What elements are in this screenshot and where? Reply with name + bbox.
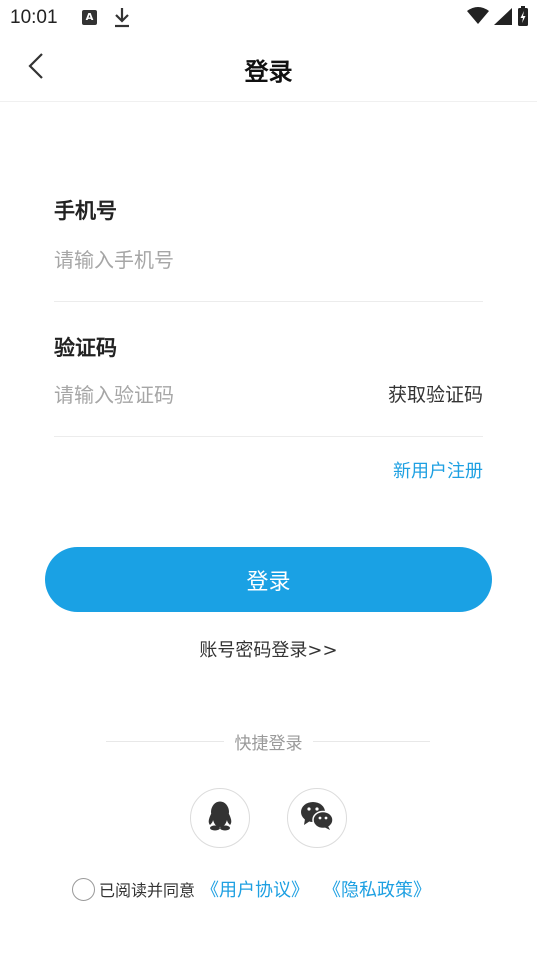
header: 登录 [0,36,537,102]
agreement-text: 已阅读并同意 [99,881,196,900]
status-time: 10:01 [10,7,58,28]
register-link[interactable]: 新用户注册 [393,457,483,483]
signal-icon [493,7,513,30]
wechat-login-button[interactable] [287,788,347,848]
status-bar: 10:01 A [0,0,537,36]
code-input[interactable] [54,379,344,411]
notification-a-icon: A [82,10,97,25]
qq-icon [205,800,235,836]
code-label: 验证码 [54,336,117,360]
user-agreement-link[interactable]: 《用户协议》 [201,876,309,902]
phone-label: 手机号 [54,199,117,223]
agreement-checkbox[interactable] [72,877,95,901]
quick-login-line-right [313,741,430,742]
battery-icon [517,5,529,31]
status-icons [467,5,529,31]
qq-login-button[interactable] [190,788,250,848]
privacy-policy-link[interactable]: 《隐私政策》 [323,876,431,902]
wifi-icon [467,7,489,29]
download-icon [112,5,132,29]
wechat-icon [300,801,334,835]
phone-input[interactable] [54,244,483,276]
login-button[interactable]: 登录 [45,547,492,612]
get-code-button[interactable]: 获取验证码 [388,380,483,407]
password-login-link[interactable]: 账号密码登录>> [0,636,537,662]
phone-divider [54,301,483,302]
agreement-row: 已阅读并同意 《用户协议》 《隐私政策》 [72,876,431,902]
page-title: 登录 [244,58,293,86]
code-divider [54,436,483,437]
quick-login-title: 快捷登录 [234,734,303,754]
